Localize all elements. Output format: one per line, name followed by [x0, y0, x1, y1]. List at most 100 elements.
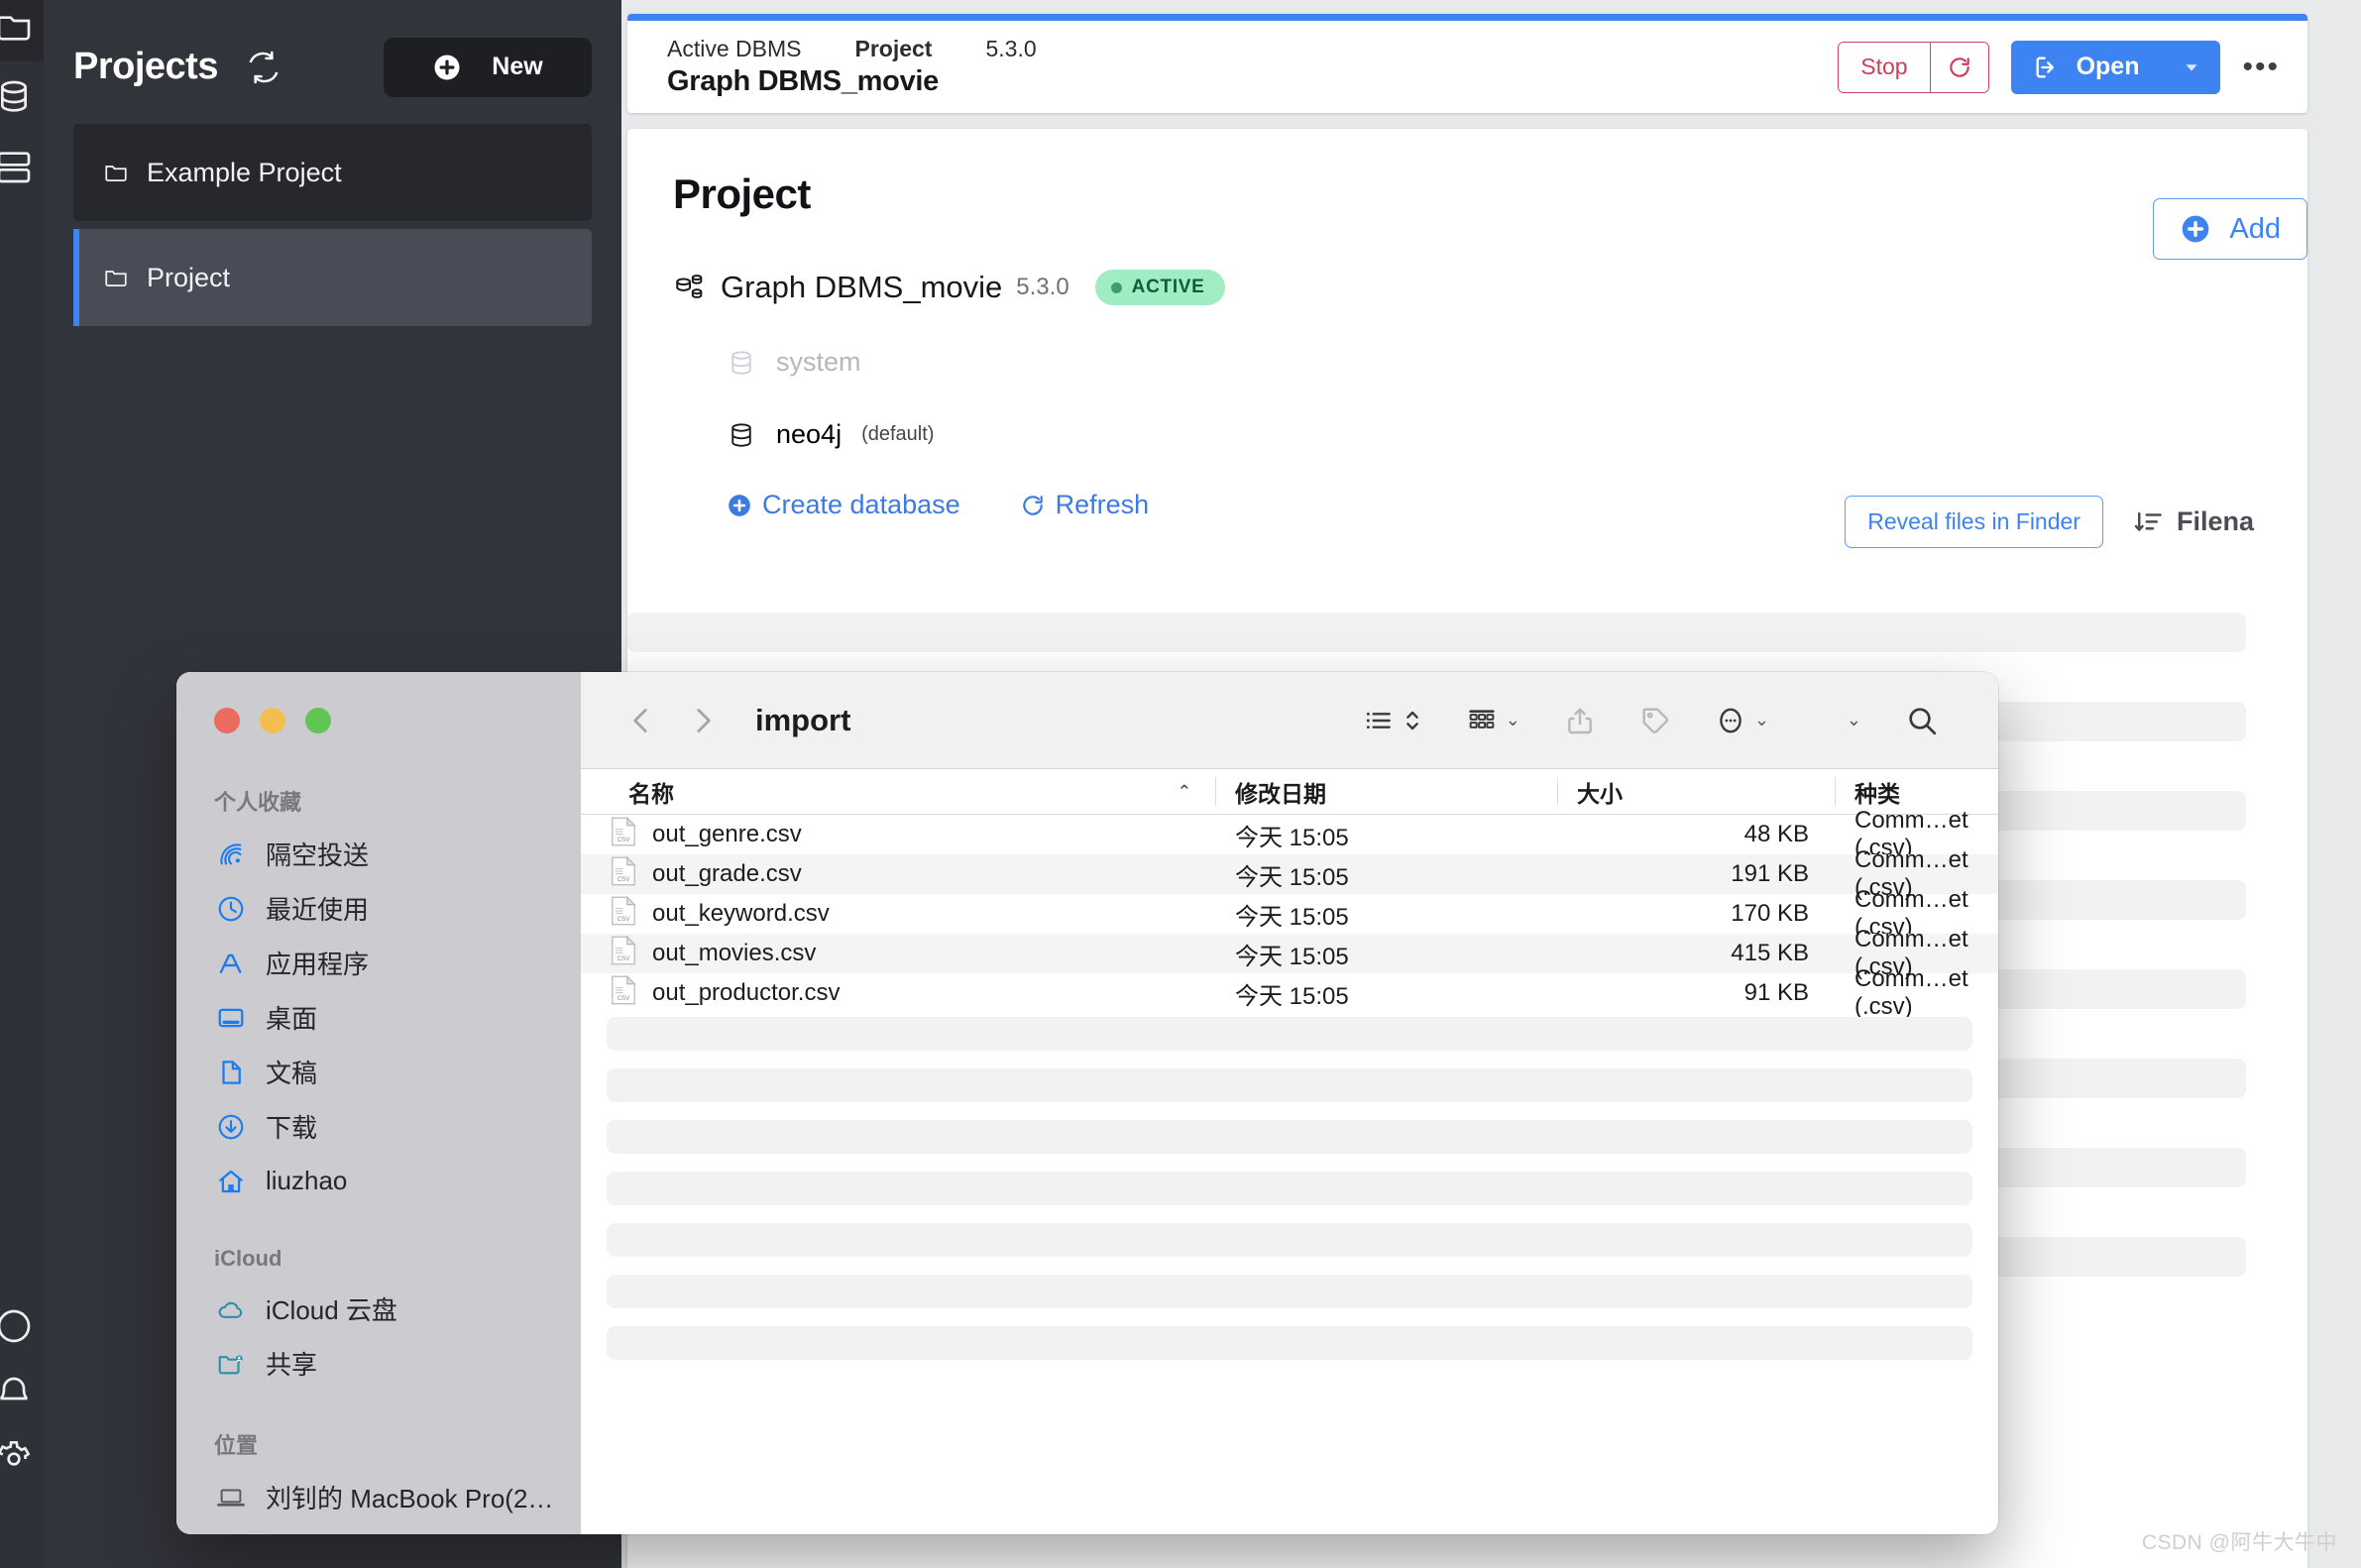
documents-icon [214, 1058, 248, 1087]
file-date: 今天 15:05 [1215, 976, 1557, 1011]
chevron-down-icon[interactable] [2181, 56, 2202, 78]
svg-text:CSV: CSV [618, 916, 631, 923]
back-icon[interactable] [611, 704, 672, 737]
shared-folder-icon [214, 1349, 248, 1379]
finder-main: import ⌄ [581, 672, 1998, 1534]
icloud-cloud-icon [214, 1294, 248, 1324]
table-row[interactable]: CSV out_genre.csv 今天 15:05 48 KB Comm…et… [581, 815, 1998, 854]
finder-file-table: 名称 ⌃ 修改日期 大小 种类 CSV out_genre.csv 今天 15:… [581, 769, 1998, 1534]
file-size: 191 KB [1557, 854, 1835, 894]
sidebar-item-macbook-pro[interactable]: 刘钊的 MacBook Pro(2… [192, 1470, 565, 1524]
sidebar-item-label: Example Project [147, 158, 342, 188]
database-row-neo4j[interactable]: neo4j (default) [673, 419, 2262, 450]
window-traffic-lights [192, 672, 565, 733]
database-name: system [776, 347, 861, 378]
add-button[interactable]: Add [2153, 198, 2307, 260]
notifications-rail-icon[interactable] [0, 1374, 34, 1413]
finder-sidebar: 个人收藏 隔空投送 最近使用 应用程序 [176, 672, 581, 1534]
database-icon [727, 420, 756, 450]
sidebar-item-shared[interactable]: 共享 [192, 1336, 565, 1391]
share-icon[interactable] [1542, 705, 1618, 736]
projects-title: Projects [73, 46, 218, 88]
toolbar-overflow-icon[interactable]: ⌄ [1791, 710, 1883, 730]
project-dbms-row[interactable]: Graph DBMS_movie 5.3.0 ACTIVE [673, 270, 2262, 305]
csv-file-icon: CSV [611, 975, 636, 1012]
file-size: 91 KB [1557, 973, 1835, 1013]
sidebar-item-downloads[interactable]: 下载 [192, 1099, 565, 1154]
finder-toolbar: import ⌄ [581, 672, 1998, 769]
sidebar-item-example-project[interactable]: Example Project [73, 124, 592, 221]
svg-text:CSV: CSV [618, 995, 631, 1002]
forward-icon[interactable] [672, 704, 733, 737]
file-size: 170 KB [1557, 894, 1835, 934]
sidebar-item-recents[interactable]: 最近使用 [192, 881, 565, 936]
finder-window: 个人收藏 隔空投送 最近使用 应用程序 [176, 672, 1998, 1534]
svg-text:CSV: CSV [618, 955, 631, 962]
project-dbms-version: 5.3.0 [1016, 274, 1068, 301]
column-header-name[interactable]: 名称 ⌃ [581, 769, 1215, 814]
restart-icon [1947, 55, 1972, 80]
table-row[interactable]: CSV out_movies.csv 今天 15:05 415 KB Comm…… [581, 934, 1998, 973]
skeleton-row [627, 613, 2246, 652]
projects-rail-icon[interactable] [0, 6, 34, 46]
file-name: out_keyword.csv [652, 900, 830, 928]
new-project-button[interactable]: New [384, 38, 592, 97]
column-header-kind[interactable]: 种类 [1835, 769, 1998, 814]
stop-restart-group: Stop [1838, 42, 1988, 93]
tags-icon[interactable] [1618, 705, 1693, 736]
refresh-projects-icon[interactable] [244, 48, 283, 87]
close-window-button[interactable] [214, 708, 240, 733]
open-button[interactable]: Open [2011, 41, 2221, 94]
sidebar-item-project[interactable]: Project [73, 229, 592, 326]
database-row-system[interactable]: system [673, 347, 2262, 378]
sidebar-group-label: iCloud [192, 1246, 565, 1272]
sort-ascending-caret-icon: ⌃ [1178, 782, 1191, 802]
skeleton-row [607, 1326, 1972, 1360]
active-dbms-project: Project [854, 36, 932, 62]
search-icon[interactable] [1883, 704, 1961, 737]
sort-descending-icon [2133, 507, 2163, 537]
restart-button[interactable] [1930, 43, 1988, 92]
settings-rail-icon[interactable] [0, 1439, 34, 1479]
table-row[interactable]: CSV out_keyword.csv 今天 15:05 170 KB Comm… [581, 894, 1998, 934]
reveal-files-in-finder-button[interactable]: Reveal files in Finder [1845, 496, 2103, 548]
finder-path-title: import [755, 703, 850, 738]
sidebar-item-documents[interactable]: 文稿 [192, 1045, 565, 1099]
status-badge-label: ACTIVE [1132, 277, 1205, 298]
more-options-icon[interactable]: ••• [2242, 53, 2280, 82]
active-dbms-version: 5.3.0 [985, 36, 1036, 62]
folder-icon [103, 160, 129, 185]
sidebar-item-airdrop[interactable]: 隔空投送 [192, 827, 565, 881]
graph-dbms-icon [673, 271, 707, 304]
status-dot-icon [1111, 282, 1122, 293]
skeleton-row [607, 1223, 1972, 1257]
sort-control[interactable]: Filena [2133, 506, 2254, 537]
sidebar-item-desktop[interactable]: 桌面 [192, 990, 565, 1045]
group-by-icon[interactable]: ⌄ [1444, 705, 1542, 736]
file-date: 今天 15:05 [1215, 937, 1557, 971]
home-icon [214, 1167, 248, 1196]
app-icon-rail [0, 0, 44, 1568]
column-header-size[interactable]: 大小 [1557, 769, 1835, 814]
stop-button[interactable]: Stop [1839, 43, 1929, 92]
help-rail-icon[interactable] [0, 1306, 34, 1346]
active-dbms-label: Active DBMS [667, 36, 801, 62]
maximize-window-button[interactable] [305, 708, 331, 733]
sort-label: Filena [2177, 506, 2254, 537]
sidebar-item-home[interactable]: liuzhao [192, 1154, 565, 1208]
airdrop-icon [214, 840, 248, 869]
recents-clock-icon [214, 894, 248, 924]
apps-rail-icon[interactable] [0, 147, 34, 186]
table-row[interactable]: CSV out_grade.csv 今天 15:05 191 KB Comm…e… [581, 854, 1998, 894]
column-header-date[interactable]: 修改日期 [1215, 769, 1557, 814]
csv-file-icon: CSV [611, 896, 636, 933]
sidebar-item-icloud-drive[interactable]: iCloud 云盘 [192, 1282, 565, 1336]
more-actions-icon[interactable]: ⌄ [1693, 705, 1791, 736]
minimize-window-button[interactable] [260, 708, 285, 733]
csv-file-icon: CSV [611, 936, 636, 972]
table-row[interactable]: CSV out_productor.csv 今天 15:05 91 KB Com… [581, 973, 1998, 1013]
dbms-rail-icon[interactable] [0, 77, 34, 117]
sidebar-item-applications[interactable]: 应用程序 [192, 936, 565, 990]
view-list-icon[interactable] [1341, 705, 1444, 736]
file-date: 今天 15:05 [1215, 897, 1557, 932]
